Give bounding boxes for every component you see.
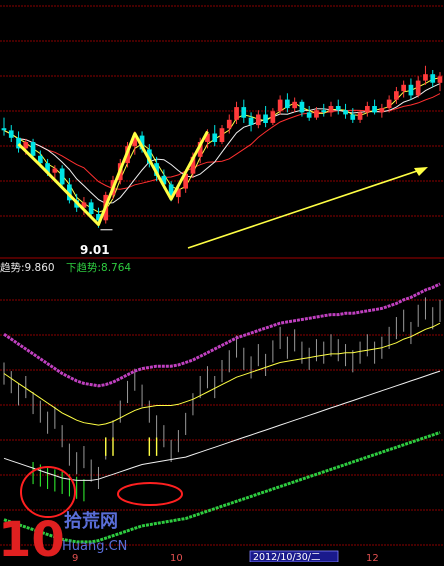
- candle-body: [350, 114, 356, 120]
- indicator-panel: [3, 282, 441, 544]
- candle-body: [212, 133, 218, 142]
- stock-chart-window: 趋势:9.860 下趋势:8.764 9.01 9 10 2012/10/30/…: [0, 0, 444, 566]
- uptrend-arrow-line: [187, 169, 421, 249]
- highlight-oval: [117, 482, 183, 506]
- candle-body: [321, 110, 327, 113]
- watermark-cn-text: 拾荒网: [64, 510, 118, 532]
- candle-body: [372, 106, 377, 113]
- candle-body: [415, 80, 421, 96]
- candle-body: [285, 99, 290, 109]
- candle-body: [394, 91, 399, 100]
- candle-body: [234, 107, 239, 120]
- x-tick-label: 10: [170, 553, 183, 562]
- upper-trend-label: 趋势:9.860: [0, 261, 55, 274]
- candle-body: [408, 84, 414, 96]
- candle-body: [59, 168, 65, 185]
- selected-date-label: 2012/10/30/二: [253, 552, 320, 562]
- candle-body: [248, 117, 254, 125]
- candle-body: [263, 114, 268, 123]
- candle-body: [256, 114, 261, 126]
- candle-body: [8, 130, 14, 138]
- candle-body: [219, 128, 225, 142]
- candle-body: [437, 76, 443, 83]
- candle-body: [335, 106, 341, 111]
- candle-body: [30, 142, 36, 156]
- candle-body: [226, 119, 232, 129]
- candle-body: [270, 111, 276, 123]
- candle-body: [386, 99, 392, 109]
- candle-body: [292, 101, 297, 109]
- x-tick-label: 12: [366, 553, 379, 562]
- candle-body: [430, 74, 436, 83]
- x-tick-label: 9: [72, 553, 78, 562]
- candle-body: [379, 108, 385, 113]
- watermark-number: 10: [0, 512, 65, 562]
- low-price-label: 9.01: [80, 243, 110, 257]
- watermark-url: Huang.CN: [62, 539, 127, 554]
- candle-body: [328, 106, 334, 113]
- candle-body: [343, 110, 348, 115]
- candle-body: [401, 84, 406, 92]
- candle-body: [357, 112, 363, 120]
- candle-body: [306, 112, 312, 118]
- candle-body: [423, 74, 428, 81]
- candle-body: [365, 106, 370, 113]
- candle-body: [241, 107, 247, 118]
- lower-trend-label: 下趋势:8.764: [66, 261, 131, 274]
- candle-body: [277, 99, 283, 112]
- candle-body: [52, 168, 58, 173]
- candle-body: [1, 128, 7, 131]
- candle-body: [23, 142, 29, 149]
- candle-body: [314, 110, 319, 118]
- price-panel: [1, 65, 443, 249]
- candle-body: [88, 202, 94, 214]
- grid-lines: [0, 5, 444, 546]
- candle-body: [299, 101, 305, 113]
- chart-canvas[interactable]: 趋势:9.860 下趋势:8.764 9.01 9 10 2012/10/30/…: [0, 0, 444, 566]
